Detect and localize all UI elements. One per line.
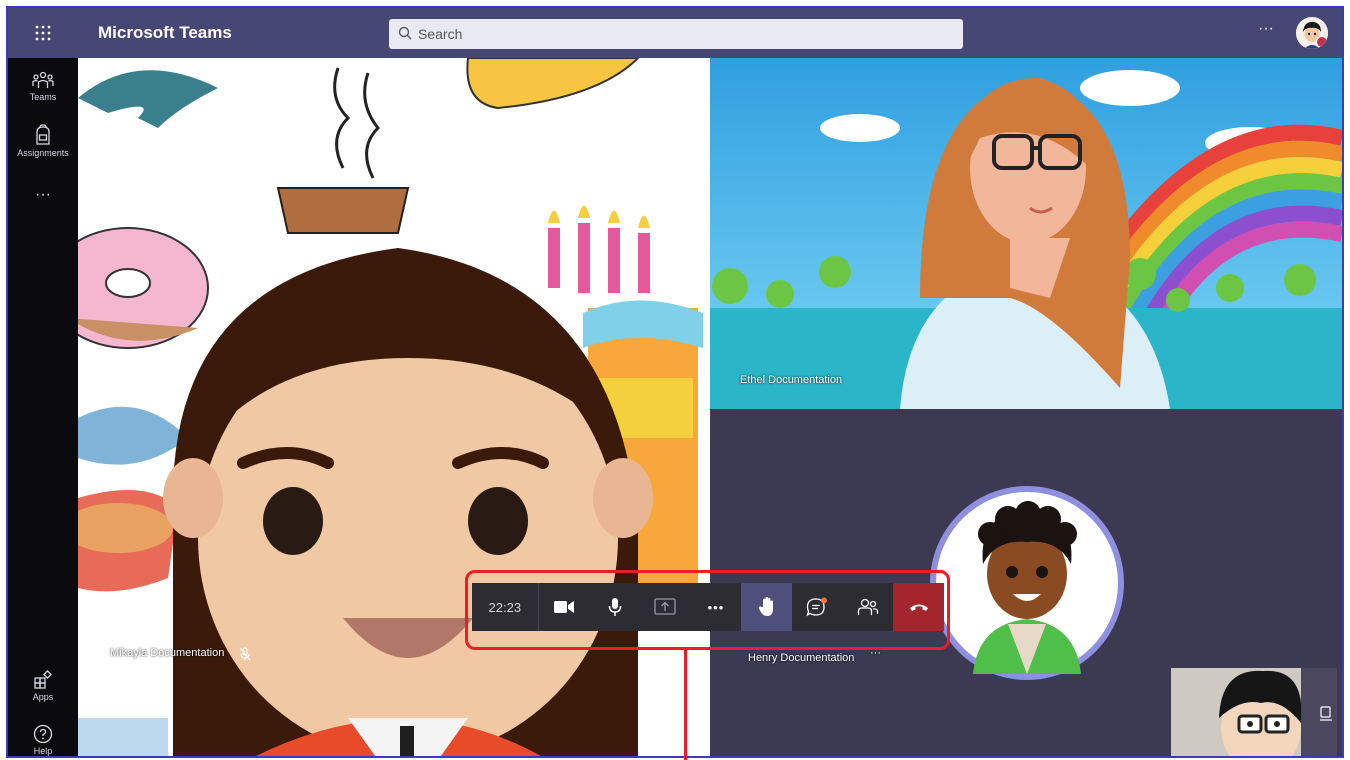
microphone-button[interactable] [589, 583, 640, 631]
apps-icon [34, 670, 52, 689]
mic-muted-icon [239, 647, 251, 661]
participants-icon [857, 598, 879, 615]
hang-up-icon [909, 604, 928, 611]
henry-avatar [930, 486, 1124, 680]
search-input[interactable]: Search [389, 19, 963, 49]
participant-video-mikayla[interactable]: Mikayla Documentation [78, 58, 710, 756]
rail-label-teams: Teams [29, 92, 57, 102]
camera-button[interactable] [539, 583, 590, 631]
assignments-icon [36, 124, 50, 145]
self-view-options-icon[interactable] [1319, 706, 1333, 722]
self-video-feed [1171, 668, 1337, 756]
rail-label-assignments: Assignments [17, 148, 69, 158]
rail-item-assignments[interactable]: Assignments [8, 124, 78, 158]
rail-item-apps[interactable]: Apps [8, 670, 78, 702]
participant-name-henry: Henry Documentation [748, 652, 855, 664]
search-placeholder: Search [418, 26, 463, 42]
henry-more-button[interactable]: ··· [870, 647, 881, 659]
chat-icon [806, 597, 828, 617]
more-actions-icon: ••• [707, 599, 725, 615]
raise-hand-button[interactable] [741, 583, 792, 631]
chat-button[interactable] [792, 583, 843, 631]
teams-window: Microsoft Teams Search ··· Teams Assignm… [6, 6, 1344, 758]
share-screen-button[interactable] [640, 583, 691, 631]
rail-item-teams[interactable]: Teams [8, 70, 78, 102]
app-rail: Teams Assignments ··· Apps Help [8, 58, 78, 756]
teams-icon [32, 71, 54, 88]
rail-more-button[interactable]: ··· [8, 186, 78, 204]
rail-label-help: Help [33, 746, 53, 756]
rail-item-help[interactable]: Help [8, 724, 78, 756]
help-icon [33, 724, 53, 744]
highlight-pointer-line [684, 650, 687, 760]
rail-label-apps: Apps [32, 692, 54, 702]
raise-hand-icon [758, 597, 773, 616]
app-launcher-icon[interactable] [28, 18, 58, 48]
participants-button[interactable] [843, 583, 894, 631]
participant-video-ethel[interactable]: Ethel Documentation [710, 58, 1342, 409]
hang-up-button[interactable] [893, 583, 944, 631]
ethel-video-feed [710, 58, 1342, 409]
participant-name-mikayla: Mikayla Documentation [110, 647, 225, 659]
participant-name-ethel: Ethel Documentation [740, 374, 843, 386]
more-actions-button[interactable]: ••• [691, 583, 742, 631]
microphone-icon [608, 598, 621, 616]
call-duration: 22:23 [472, 583, 539, 631]
self-video-preview[interactable] [1171, 668, 1337, 756]
share-screen-icon [654, 598, 676, 615]
profile-avatar[interactable] [1296, 17, 1328, 49]
call-controls-toolbar: 22:23 ••• [472, 583, 944, 631]
search-icon [398, 26, 412, 40]
top-bar: Microsoft Teams Search ··· [8, 8, 1342, 58]
camera-icon [553, 601, 574, 613]
more-options-button[interactable]: ··· [1258, 20, 1274, 38]
app-title: Microsoft Teams [98, 23, 232, 42]
presence-busy-indicator [1316, 36, 1328, 48]
